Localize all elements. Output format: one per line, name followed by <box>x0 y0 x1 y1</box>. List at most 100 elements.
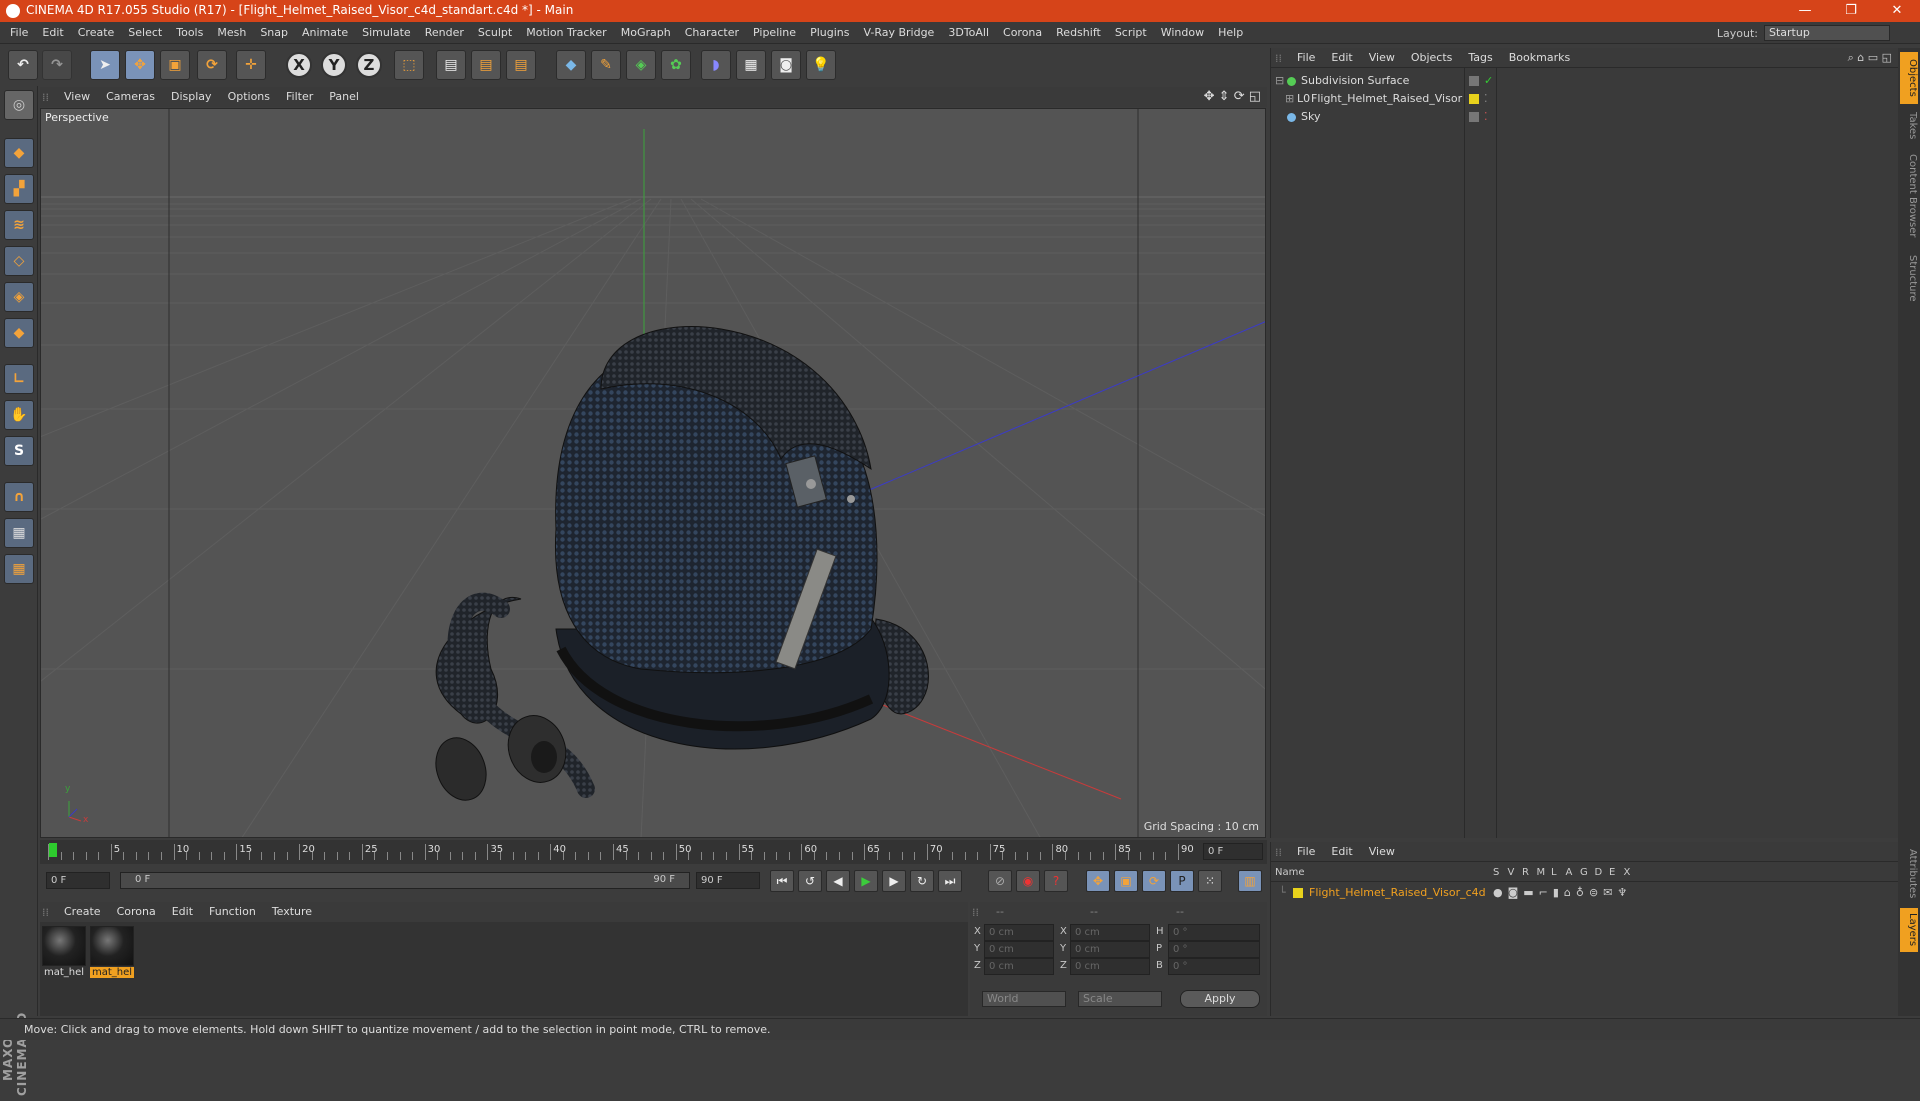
layer-color-swatch[interactable] <box>1469 94 1479 104</box>
axis-mode-icon[interactable]: ∟ <box>4 364 34 394</box>
x-axis-lock-button[interactable]: X <box>286 52 312 78</box>
material-swatch[interactable]: mat_hel <box>42 926 86 978</box>
play-icon[interactable]: ▶ <box>854 870 878 892</box>
layer-color-swatch[interactable] <box>1293 888 1303 898</box>
menu-item-script[interactable]: Script <box>1108 22 1154 44</box>
expand-icon[interactable]: ⊟ <box>1275 72 1284 90</box>
material-menu-edit[interactable]: Edit <box>164 902 201 922</box>
material-menu-corona[interactable]: Corona <box>109 902 164 922</box>
frame-range-slider[interactable]: 0 F 90 F <box>120 872 690 889</box>
object-menu-objects[interactable]: Objects <box>1403 48 1461 68</box>
size-mode-dropdown[interactable]: Scale <box>1078 991 1162 1007</box>
make-editable-icon[interactable]: ◎ <box>4 90 34 120</box>
viewport-menu-options[interactable]: Options <box>220 87 278 107</box>
object-menu-edit[interactable]: Edit <box>1323 48 1360 68</box>
menu-item-snap[interactable]: Snap <box>253 22 295 44</box>
menu-item-simulate[interactable]: Simulate <box>355 22 418 44</box>
menu-item-window[interactable]: Window <box>1154 22 1211 44</box>
autokey-icon[interactable]: ◉ <box>1016 870 1040 892</box>
viewport-menu-cameras[interactable]: Cameras <box>98 87 163 107</box>
keyframe-selection-icon[interactable]: ? <box>1044 870 1068 892</box>
snap-magnet-icon[interactable]: ∩ <box>4 482 34 512</box>
undo-icon[interactable]: ↶ <box>8 50 38 80</box>
expand-icon[interactable]: ⊞ <box>1285 90 1294 108</box>
edges-mode-icon[interactable]: ◈ <box>4 282 34 312</box>
planar-workplane-icon[interactable]: ▦ <box>4 554 34 584</box>
workplane-mode-icon[interactable]: ≋ <box>4 210 34 240</box>
viewport-menu-filter[interactable]: Filter <box>278 87 321 107</box>
menu-item-3dtoall[interactable]: 3DToAll <box>941 22 996 44</box>
position-x-field[interactable]: 0 cm <box>984 924 1054 941</box>
render-picture-viewer-icon[interactable]: ▤ <box>471 50 501 80</box>
layer-menu-view[interactable]: View <box>1361 842 1403 862</box>
redo-icon[interactable]: ↷ <box>42 50 72 80</box>
menu-item-mesh[interactable]: Mesh <box>210 22 253 44</box>
menu-item-redshift[interactable]: Redshift <box>1049 22 1108 44</box>
object-row[interactable]: ⊞ L0 Flight_Helmet_Raised_Visor ⁚ <box>1271 90 1899 108</box>
layer-column-name[interactable]: Name <box>1275 867 1305 878</box>
go-to-end-icon[interactable]: ⏭ <box>938 870 962 892</box>
z-axis-lock-button[interactable]: Z <box>356 52 382 78</box>
menu-item-edit[interactable]: Edit <box>35 22 70 44</box>
timeline-window-icon[interactable]: ▥ <box>1238 870 1262 892</box>
cube-primitive-icon[interactable]: ◆ <box>556 50 586 80</box>
start-frame-field[interactable]: 0 F <box>46 872 110 889</box>
menu-item-plugins[interactable]: Plugins <box>803 22 856 44</box>
render-view-icon[interactable]: ▤ <box>436 50 466 80</box>
layer-column-v[interactable]: V <box>1508 867 1515 878</box>
render-settings-icon[interactable]: ▤ <box>506 50 536 80</box>
object-menu-tags[interactable]: Tags <box>1460 48 1500 68</box>
key-scale-icon[interactable]: ▣ <box>1114 870 1138 892</box>
apply-button[interactable]: Apply <box>1180 990 1260 1008</box>
spline-pen-icon[interactable]: ✎ <box>591 50 621 80</box>
material-menu-create[interactable]: Create <box>56 902 109 922</box>
viewport-menu-view[interactable]: View <box>56 87 98 107</box>
position-y-field[interactable]: 0 cm <box>984 941 1054 958</box>
material-menu-function[interactable]: Function <box>201 902 264 922</box>
restore-button[interactable]: ❐ <box>1828 0 1874 22</box>
playhead-marker[interactable] <box>49 843 57 857</box>
tab-layers[interactable]: Layers <box>1900 908 1918 952</box>
object-menu-view[interactable]: View <box>1361 48 1403 68</box>
size-z-field[interactable]: 0 cm <box>1070 958 1150 975</box>
menu-item-motion-tracker[interactable]: Motion Tracker <box>519 22 613 44</box>
coordinate-system-icon[interactable]: ⬚ <box>394 50 424 80</box>
cloner-icon[interactable]: ✿ <box>661 50 691 80</box>
coordinate-space-dropdown[interactable]: World <box>982 991 1066 1007</box>
layer-color-swatch[interactable] <box>1469 76 1479 86</box>
menu-item-render[interactable]: Render <box>418 22 471 44</box>
polygons-mode-icon[interactable]: ◆ <box>4 318 34 348</box>
tweak-mode-icon[interactable]: ✋ <box>4 400 34 430</box>
layer-column-r[interactable]: R <box>1522 867 1529 878</box>
size-x-field[interactable]: 0 cm <box>1070 924 1150 941</box>
layer-menu-edit[interactable]: Edit <box>1323 842 1360 862</box>
helmet-model[interactable] <box>428 326 929 808</box>
material-swatch-selected[interactable]: mat_hel <box>90 926 134 978</box>
rotation-p-field[interactable]: 0 ° <box>1168 941 1260 958</box>
solo-mode-icon[interactable]: S <box>4 436 34 466</box>
layer-column-d[interactable]: D <box>1595 867 1603 878</box>
menu-item-tools[interactable]: Tools <box>169 22 210 44</box>
layer-column-e[interactable]: E <box>1609 867 1615 878</box>
y-axis-lock-button[interactable]: Y <box>321 52 347 78</box>
scale-tool-icon[interactable]: ▣ <box>160 50 190 80</box>
live-select-icon[interactable]: ✛ <box>236 50 266 80</box>
end-frame-field[interactable]: 90 F <box>696 872 760 889</box>
layer-row[interactable]: └ Flight_Helmet_Raised_Visor_c4d ●◙▬⌐▮⌂♁… <box>1271 884 1899 902</box>
size-y-field[interactable]: 0 cm <box>1070 941 1150 958</box>
layer-column-l[interactable]: L <box>1551 867 1557 878</box>
minimize-button[interactable]: — <box>1782 0 1828 22</box>
key-rotation-icon[interactable]: ⟳ <box>1142 870 1166 892</box>
layout-dropdown[interactable]: Startup <box>1764 25 1890 41</box>
visibility-dots-icon[interactable]: ⁚ <box>1484 108 1488 126</box>
next-frame-icon[interactable]: ▶ <box>882 870 906 892</box>
record-keys-icon[interactable]: ⊘ <box>988 870 1012 892</box>
menu-item-sculpt[interactable]: Sculpt <box>471 22 519 44</box>
layer-column-m[interactable]: M <box>1537 867 1546 878</box>
menu-item-select[interactable]: Select <box>121 22 169 44</box>
layer-column-g[interactable]: G <box>1580 867 1588 878</box>
enabled-check-icon[interactable]: ✓ <box>1484 72 1493 90</box>
key-parameter-icon[interactable]: P <box>1170 870 1194 892</box>
previous-key-icon[interactable]: ↺ <box>798 870 822 892</box>
tab-takes[interactable]: Takes <box>1900 108 1918 144</box>
